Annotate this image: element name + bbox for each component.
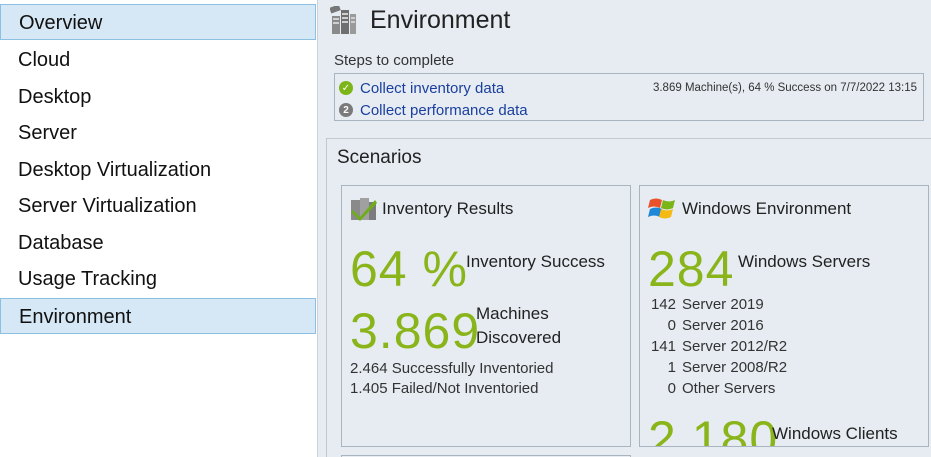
inventory-row-failed: 1.405 Failed/Not Inventoried <box>350 380 538 397</box>
server-row: 0 Other Servers <box>648 380 776 397</box>
sidebar: Overview Cloud Desktop Server Desktop Vi… <box>0 0 318 457</box>
sidebar-item-usage-tracking[interactable]: Usage Tracking <box>0 261 316 297</box>
windows-card-title: Windows Environment <box>682 199 852 218</box>
discovered-label: Discovered <box>476 328 562 347</box>
sidebar-item-overview[interactable]: Overview <box>0 4 316 40</box>
server-row: 0 Server 2016 <box>648 317 764 334</box>
windows-card-header: Windows Environment <box>648 194 851 224</box>
server-row: 142 Server 2019 <box>648 296 764 313</box>
scenarios-title: Scenarios <box>337 147 422 168</box>
collect-inventory-link[interactable]: Collect inventory data <box>360 80 504 97</box>
check-circle-icon: ✓ <box>339 81 353 95</box>
step-2-icon: 2 <box>339 103 353 117</box>
windows-servers-value: 284 <box>648 241 735 297</box>
inventory-success-label: Inventory Success <box>466 252 605 271</box>
step-collect-performance: 2 Collect performance data <box>337 99 528 121</box>
inventory-row-label: Failed/Not Inventoried <box>391 380 539 397</box>
inventory-card-header: Inventory Results <box>350 194 513 224</box>
windows-environment-card[interactable]: Windows Environment 284 Windows Servers … <box>639 185 929 447</box>
page-title: Environment <box>370 6 511 34</box>
server-row-label: Server 2008/R2 <box>682 359 788 376</box>
server-row-label: Server 2012/R2 <box>682 338 788 355</box>
sidebar-item-desktop[interactable]: Desktop <box>0 79 316 115</box>
server-row-count: 1 <box>667 359 676 376</box>
server-row: 141 Server 2012/R2 <box>648 338 787 355</box>
sidebar-item-cloud[interactable]: Cloud <box>0 42 316 78</box>
inventory-results-icon <box>351 198 377 221</box>
sidebar-item-database[interactable]: Database <box>0 225 316 261</box>
main-panel: Environment Steps to complete ✓ Collect … <box>318 0 931 457</box>
server-row-count: 141 <box>650 338 676 355</box>
server-row-label: Server 2019 <box>682 296 764 313</box>
machines-discovered-value: 3.869 <box>350 303 481 359</box>
server-row-label: Other Servers <box>682 380 776 397</box>
server-row-count: 0 <box>667 380 676 397</box>
step-collect-inventory: ✓ Collect inventory data <box>337 77 504 99</box>
windows-clients-label: Windows Clients <box>772 424 898 443</box>
sidebar-item-server-virtualization[interactable]: Server Virtualization <box>0 188 316 224</box>
server-row-count: 142 <box>650 296 676 313</box>
steps-box: ✓ Collect inventory data 2 Collect perfo… <box>334 73 924 121</box>
windows-logo-icon <box>648 198 675 219</box>
server-row-label: Server 2016 <box>682 317 764 334</box>
server-row-count: 0 <box>667 317 676 334</box>
sidebar-item-server[interactable]: Server <box>0 115 316 151</box>
steps-label: Steps to complete <box>334 52 455 69</box>
inventory-results-card[interactable]: Inventory Results 64 % Inventory Success… <box>341 185 631 447</box>
sidebar-item-environment[interactable]: Environment <box>0 298 316 334</box>
windows-clients-value: 2.180 <box>648 411 779 447</box>
server-row: 1 Server 2008/R2 <box>648 359 787 376</box>
scenarios-panel: Scenarios Inventory Results 64 % Invento… <box>326 138 931 457</box>
machines-label: Machines <box>476 304 549 323</box>
inventory-row-success: 2.464 Successfully Inventoried <box>350 360 553 377</box>
inventory-row-label: Successfully Inventoried <box>391 360 554 377</box>
inventory-success-value: 64 % <box>350 241 468 297</box>
inventory-card-title: Inventory Results <box>382 199 514 218</box>
windows-servers-label: Windows Servers <box>738 252 871 271</box>
sidebar-item-desktop-virtualization[interactable]: Desktop Virtualization <box>0 152 316 188</box>
inventory-status-text: 3.869 Machine(s), 64 % Success on 7/7/20… <box>652 82 917 94</box>
inventory-row-count: 2.464 <box>350 360 388 377</box>
environment-icon <box>330 6 356 34</box>
collect-performance-link[interactable]: Collect performance data <box>360 102 528 119</box>
inventory-row-count: 1.405 <box>350 380 388 397</box>
